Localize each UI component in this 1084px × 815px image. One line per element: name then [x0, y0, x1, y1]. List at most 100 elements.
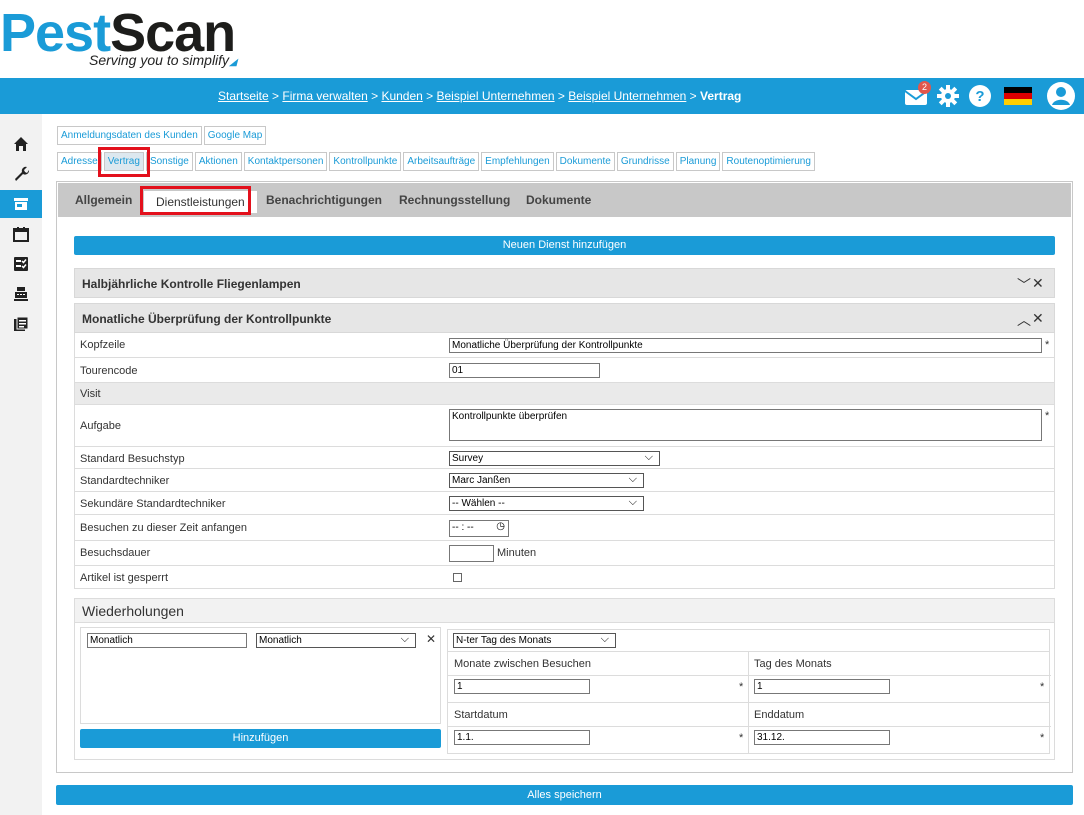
sek-techniker-label: Sekundäre Standardtechniker — [80, 498, 226, 510]
tab-dokumente[interactable]: Dokumente — [555, 152, 615, 171]
user-avatar-icon[interactable] — [1046, 81, 1076, 111]
start-date-input[interactable]: 1.1. — [454, 730, 590, 745]
required-mark: * — [1045, 410, 1050, 422]
row-standardtechniker: Standardtechniker Marc Janßen ⌵ — [74, 469, 1055, 492]
row-besuchsdauer: Besuchsdauer Minuten — [74, 541, 1055, 566]
aufgabe-textarea[interactable]: Kontrollpunkte überprüfen — [449, 409, 1042, 441]
breadcrumb-separator: > — [367, 89, 382, 103]
gesperrt-checkbox[interactable] — [453, 573, 462, 582]
breadcrumb-separator: > — [554, 89, 569, 103]
tab-kontaktpersonen[interactable]: Kontaktpersonen — [243, 152, 328, 171]
subtab-rechnungsstellung[interactable]: Rechnungsstellung — [399, 193, 510, 207]
add-service-button[interactable]: Neuen Dienst hinzufügen — [74, 236, 1055, 255]
vertrag-highlight-box — [98, 147, 150, 177]
german-flag-icon[interactable] — [1004, 87, 1032, 105]
breadcrumb-unternehmen-2[interactable]: Beispiel Unternehmen — [568, 89, 686, 103]
startzeit-input[interactable]: -- : -- ◷ — [449, 520, 509, 537]
store-icon[interactable] — [0, 190, 42, 218]
chevron-down-icon[interactable]: ﹀ — [1017, 275, 1031, 295]
besuchsdauer-label: Besuchsdauer — [80, 547, 151, 559]
subtab-dokumente[interactable]: Dokumente — [526, 193, 591, 207]
start-date-label: Startdatum — [454, 709, 508, 721]
besuchsdauer-input[interactable] — [449, 545, 494, 562]
tab-kontrollpunkte[interactable]: Kontrollpunkte — [329, 152, 402, 171]
close-icon[interactable]: ✕ — [1032, 310, 1044, 327]
recurrence-name-input[interactable]: Monatlich — [87, 633, 247, 648]
gear-icon[interactable] — [936, 84, 960, 108]
chevron-down-icon: ⌵ — [400, 633, 409, 645]
top-navigation-bar: Startseite > Firma verwalten > Kunden > … — [0, 78, 1084, 114]
tab-grundrisse[interactable]: Grundrisse — [616, 152, 674, 171]
visit-label: Visit — [80, 388, 101, 400]
calendar-icon[interactable] — [0, 220, 42, 248]
add-recurrence-button[interactable]: Hinzufügen — [80, 729, 441, 748]
row-tourencode: Tourencode 01 — [74, 358, 1055, 383]
breadcrumb-separator: > — [686, 89, 701, 103]
required-mark: * — [739, 681, 744, 693]
close-icon[interactable]: ✕ — [1032, 275, 1044, 292]
subtab-allgemein[interactable]: Allgemein — [75, 193, 132, 207]
chevron-up-icon[interactable]: ︿ — [1017, 310, 1031, 330]
row-artikel-gesperrt: Artikel ist gesperrt — [74, 566, 1055, 589]
remove-recurrence-icon[interactable]: ✕ — [426, 632, 436, 646]
subtab-benachrichtigungen[interactable]: Benachrichtigungen — [266, 193, 382, 207]
breadcrumb-unternehmen-1[interactable]: Beispiel Unternehmen — [437, 89, 555, 103]
breadcrumb-firma-verwalten[interactable]: Firma verwalten — [282, 89, 367, 103]
required-mark: * — [1040, 732, 1045, 744]
help-icon[interactable]: ? — [968, 84, 992, 108]
service-accordion-collapsed[interactable]: Halbjährliche Kontrolle Fliegenlampen ﹀ … — [74, 268, 1055, 298]
pestscan-logo: PestScan Serving you to simplify◢ — [0, 0, 300, 78]
service-accordion-expanded[interactable]: Monatliche Überprüfung der Kontrollpunkt… — [74, 303, 1055, 333]
row-sekundaere-techniker: Sekundäre Standardtechniker -- Wählen --… — [74, 492, 1055, 515]
day-of-month-label: Tag des Monats — [754, 658, 832, 670]
recurrence-type-select[interactable]: Monatlich ⌵ — [256, 633, 416, 648]
sek-techniker-select[interactable]: -- Wählen -- ⌵ — [449, 496, 644, 511]
end-date-input[interactable]: 31.12. — [754, 730, 890, 745]
left-sidebar — [0, 114, 42, 815]
mail-icon[interactable]: 2 — [904, 81, 931, 106]
recurrence-list: Monatlich Monatlich ⌵ ✕ — [80, 627, 441, 724]
besuchstyp-select[interactable]: Survey ⌵ — [449, 451, 660, 466]
service-title: Halbjährliche Kontrolle Fliegenlampen — [82, 277, 301, 291]
tab-planung[interactable]: Planung — [675, 152, 721, 171]
recurrence-section: Wiederholungen Monatlich Monatlich ⌵ ✕ Hi… — [74, 598, 1055, 760]
checklist-icon[interactable] — [0, 250, 42, 278]
kopfzeile-input[interactable]: Monatliche Überprüfung der Kontrollpunkt… — [449, 338, 1042, 353]
row-visit-section: Visit — [74, 383, 1055, 405]
tourencode-input[interactable]: 01 — [449, 363, 600, 378]
tab-empfehlungen[interactable]: Empfehlungen — [481, 152, 554, 171]
save-all-button[interactable]: Alles speichern — [56, 785, 1073, 805]
tourencode-label: Tourencode — [80, 365, 138, 377]
standardtechniker-select[interactable]: Marc Janßen ⌵ — [449, 473, 644, 488]
dienstleistungen-highlight-box — [140, 186, 251, 215]
months-between-input[interactable]: 1 — [454, 679, 590, 694]
minuten-label: Minuten — [497, 547, 537, 559]
recurrence-mode-select[interactable]: N-ter Tag des Monats ⌵ — [453, 633, 616, 648]
breadcrumb-kunden[interactable]: Kunden — [381, 89, 422, 103]
standardtechniker-value: Marc Janßen — [452, 475, 511, 486]
day-of-month-input[interactable]: 1 — [754, 679, 890, 694]
chevron-down-icon: ⌵ — [644, 451, 653, 463]
tab-anmeldungsdaten[interactable]: Anmeldungsdaten des Kunden — [57, 126, 202, 145]
sek-techniker-value: -- Wählen -- — [452, 498, 505, 509]
breadcrumb-separator: > — [268, 89, 283, 103]
row-kopfzeile: Kopfzeile Monatliche Überprüfung der Kon… — [74, 333, 1055, 358]
tab-aktionen[interactable]: Aktionen — [194, 152, 242, 171]
documents-icon[interactable] — [0, 310, 42, 338]
customer-tabs-row-2: Adresse Vertrag Sonstige Aktionen Kontak… — [57, 152, 817, 171]
cash-register-icon[interactable] — [0, 280, 42, 308]
wrench-icon[interactable] — [0, 159, 42, 187]
tab-google-map[interactable]: Google Map — [203, 126, 267, 145]
required-mark: * — [739, 732, 744, 744]
home-icon[interactable] — [0, 130, 42, 158]
tab-adresse[interactable]: Adresse — [57, 152, 102, 171]
required-mark: * — [1040, 681, 1045, 693]
tab-arbeitsauftraege[interactable]: Arbeitsaufträge — [403, 152, 480, 171]
breadcrumb-startseite[interactable]: Startseite — [218, 89, 269, 103]
required-mark: * — [1045, 339, 1050, 351]
chevron-down-icon: ⌵ — [628, 473, 637, 485]
breadcrumb-separator: > — [422, 89, 437, 103]
tab-routenoptimierung[interactable]: Routenoptimierung — [722, 152, 815, 171]
tab-sonstige[interactable]: Sonstige — [145, 152, 193, 171]
recurrence-mode-value: N-ter Tag des Monats — [456, 635, 552, 646]
